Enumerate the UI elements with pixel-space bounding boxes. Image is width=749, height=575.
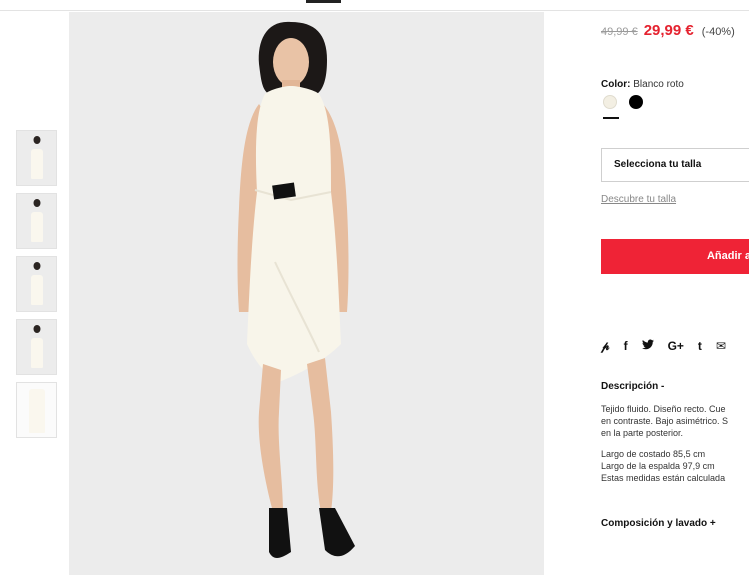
discount-badge: (-40%) [701,26,735,38]
swatch-white[interactable] [603,95,617,109]
email-icon[interactable]: ✉ [716,339,726,353]
current-price: 29,99 € [643,22,694,39]
facebook-icon[interactable]: f [624,339,628,353]
add-to-cart-button[interactable]: Añadir a [601,239,749,274]
google-plus-icon[interactable]: G+ [668,339,684,353]
thumbnail-1[interactable] [16,130,57,186]
header-divider [0,10,749,11]
size-guide-link[interactable]: Descubre tu talla [601,194,676,205]
measure-line: Largo de costado 85,5 cm [601,449,706,459]
color-label-key: Color: [601,79,631,90]
thumbnail-strip [16,130,57,445]
measure-line: Estas medidas están calculada [601,473,726,483]
thumbnail-2[interactable] [16,193,57,249]
description-line: en contraste. Bajo asimétrico. S [601,416,729,426]
description-line: Tejido fluido. Diseño recto. Cue [601,404,726,414]
size-select[interactable]: Selecciona tu talla [601,148,749,182]
price-row: 49,99 € 29,99 € (-40%) [601,22,735,39]
description-line: en la parte posterior. [601,428,684,438]
twitter-icon[interactable] [641,339,654,353]
description-body: Tejido fluido. Diseño recto. Cue en cont… [601,403,749,484]
share-icons: 𝓅 f G+ t ✉ [601,339,740,353]
tumblr-icon[interactable]: t [698,339,702,353]
product-photo [69,12,544,575]
selected-swatch-indicator [603,117,619,119]
old-price: 49,99 € [601,26,638,38]
color-label: Color: Blanco roto [601,79,684,90]
header-active-indicator [306,0,341,3]
pinterest-icon[interactable]: 𝓅 [601,339,610,353]
color-swatches [603,95,655,109]
thumbnail-4[interactable] [16,319,57,375]
measure-line: Largo de la espalda 97,9 cm [601,461,715,471]
color-value: Blanco roto [633,79,684,90]
description-title[interactable]: Descripción - [601,381,664,392]
thumbnail-5[interactable] [16,382,57,438]
thumbnail-3[interactable] [16,256,57,312]
swatch-black[interactable] [629,95,643,109]
product-main-image[interactable] [69,12,544,575]
composition-toggle[interactable]: Composición y lavado + [601,518,716,529]
